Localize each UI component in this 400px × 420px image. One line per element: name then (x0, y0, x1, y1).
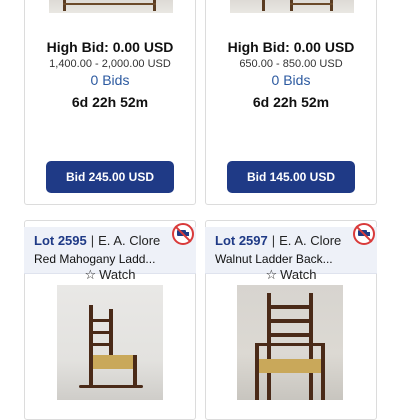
watch-button[interactable]: ☆ Watch (205, 267, 377, 283)
divider: | (90, 233, 95, 248)
no-shipping-truck-icon (353, 223, 375, 245)
lot-title[interactable]: Red Mahogany Ladd... (34, 252, 155, 266)
seller-name[interactable]: E. A. Clore (98, 233, 160, 248)
lot-title[interactable]: Walnut Ladder Back... (215, 252, 333, 266)
lot-number[interactable]: Lot 2595 (34, 233, 87, 248)
watch-button[interactable]: ☆ Watch (24, 267, 196, 283)
lot-line: Lot 2595 | E. A. Clore (34, 233, 160, 248)
lot-photo[interactable] (57, 285, 163, 400)
bid-button[interactable]: Bid 245.00 USD (46, 161, 174, 193)
star-outline-icon: ☆ (84, 267, 97, 282)
bid-button[interactable]: Bid 145.00 USD (227, 161, 355, 193)
time-left: 6d 22h 52m (252, 94, 330, 110)
lot-number[interactable]: Lot 2597 (215, 233, 268, 248)
lot-thumbnail[interactable] (49, 0, 173, 13)
bid-count-link[interactable]: 0 Bids (206, 72, 376, 88)
estimate: 650.00 - 850.00 USD (239, 58, 343, 70)
watch-label: Watch (280, 267, 317, 282)
star-outline-icon: ☆ (265, 267, 278, 282)
seller-name[interactable]: E. A. Clore (279, 233, 341, 248)
lot-column-left: High Bid: 0.00 USD 1,400.00 - 2,000.00 U… (24, 0, 196, 420)
no-shipping-truck-icon (172, 223, 194, 245)
high-bid: High Bid: 0.00 USD (227, 39, 355, 55)
lot-card-top[interactable]: High Bid: 0.00 USD 1,400.00 - 2,000.00 U… (24, 0, 196, 205)
lot-thumbnail[interactable] (230, 0, 354, 13)
bid-count-link[interactable]: 0 Bids (25, 72, 195, 88)
divider: | (271, 233, 276, 248)
high-bid: High Bid: 0.00 USD (46, 39, 174, 55)
watch-label: Watch (99, 267, 136, 282)
lot-card-top[interactable]: High Bid: 0.00 USD 650.00 - 850.00 USD 0… (205, 0, 377, 205)
lot-photo[interactable] (237, 285, 343, 400)
time-left: 6d 22h 52m (71, 94, 149, 110)
lot-column-right: High Bid: 0.00 USD 650.00 - 850.00 USD 0… (205, 0, 377, 420)
estimate: 1,400.00 - 2,000.00 USD (49, 58, 171, 70)
lot-line: Lot 2597 | E. A. Clore (215, 233, 341, 248)
